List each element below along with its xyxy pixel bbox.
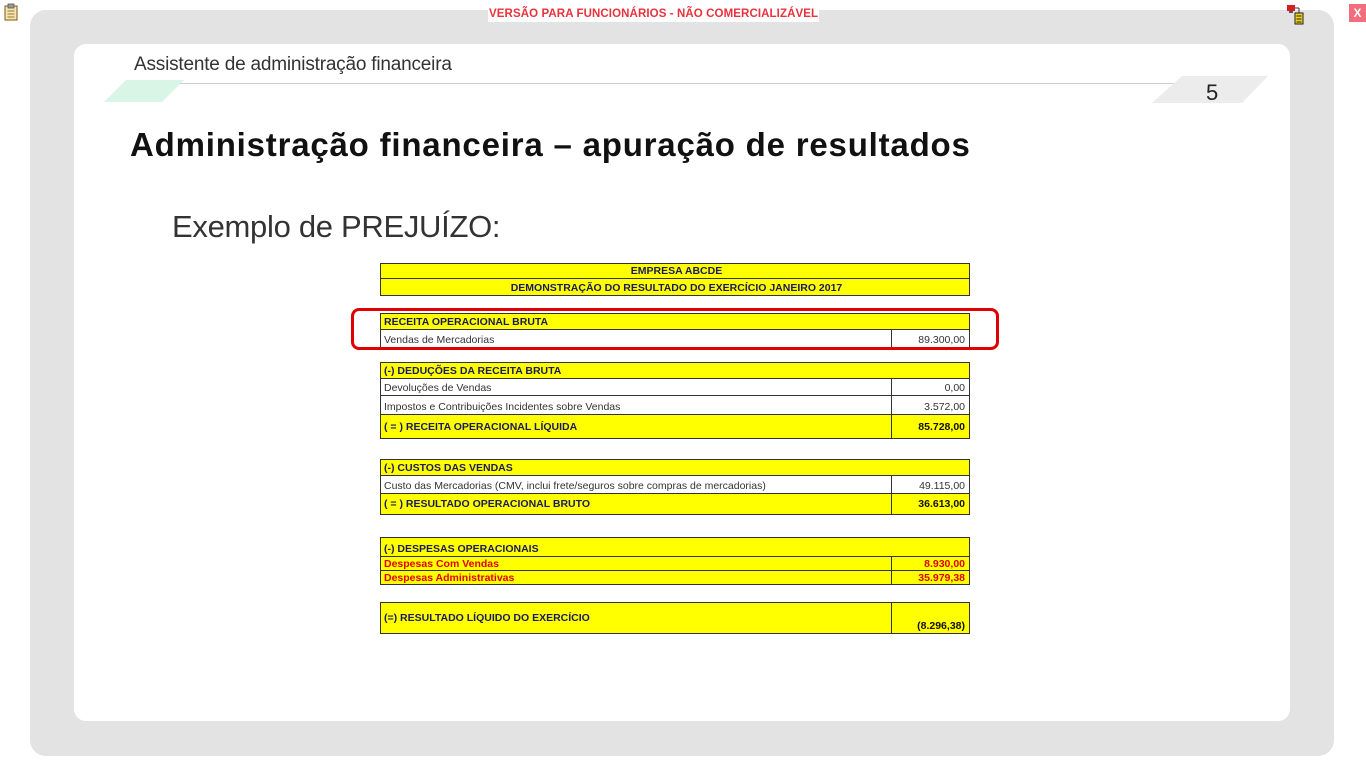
table-row: Devoluções de Vendas 0,00 <box>380 378 970 396</box>
table-row: (-) CUSTOS DAS VENDAS <box>380 459 970 476</box>
table-row: Impostos e Contribuições Incidentes sobr… <box>380 395 970 415</box>
row-label: Devoluções de Vendas <box>384 382 492 394</box>
company-name: EMPRESA ABCDE <box>630 265 723 277</box>
row-label: (-) DEDUÇÕES DA RECEITA BRUTA <box>384 365 562 377</box>
table-row: (=) RESULTADO LÍQUIDO DO EXERCÍCIO (8.29… <box>380 602 970 634</box>
row-value: 36.613,00 <box>891 494 969 514</box>
row-label: (-) DESPESAS OPERACIONAIS <box>384 543 539 555</box>
table-row: ( = ) RESULTADO OPERACIONAL BRUTO 36.613… <box>380 493 970 515</box>
row-label: (=) RESULTADO LÍQUIDO DO EXERCÍCIO <box>384 612 590 624</box>
network-status-icon[interactable] <box>1286 3 1304 25</box>
table-row: ( = ) RECEITA OPERACIONAL LÍQUIDA 85.728… <box>380 414 970 439</box>
row-value: 3.572,00 <box>891 396 969 414</box>
table-row: Custo das Mercadorias (CMV, inclui frete… <box>380 475 970 494</box>
row-value: 85.728,00 <box>891 415 969 438</box>
report-title-row: DEMONSTRAÇÃO DO RESULTADO DO EXERCÍCIO J… <box>380 278 970 296</box>
row-label: Custo das Mercadorias (CMV, inclui frete… <box>384 480 766 492</box>
row-value: 49.115,00 <box>891 476 969 493</box>
highlight-outline <box>351 308 999 350</box>
row-label: Despesas Com Vendas <box>384 558 499 570</box>
row-label: Despesas Administrativas <box>384 572 515 584</box>
table-row: (-) DESPESAS OPERACIONAIS <box>380 537 970 557</box>
slide-subtitle: Assistente de administração financeira <box>134 54 452 75</box>
row-value: 8.930,00 <box>891 557 969 570</box>
company-header: EMPRESA ABCDE <box>380 263 970 279</box>
example-heading: Exemplo de PREJUÍZO: <box>172 209 501 244</box>
row-value: 35.979,38 <box>891 571 969 584</box>
slide-title: Administração financeira – apuração de r… <box>130 126 971 163</box>
report-title: DEMONSTRAÇÃO DO RESULTADO DO EXERCÍCIO J… <box>510 282 843 294</box>
page-number: 5 <box>1206 80 1219 105</box>
row-label: (-) CUSTOS DAS VENDAS <box>384 462 513 474</box>
staff-version-banner: VERSÃO PARA FUNCIONÁRIOS - NÃO COMERCIAL… <box>488 6 820 22</box>
header-divider <box>180 83 1190 84</box>
table-row: Despesas Com Vendas 8.930,00 <box>380 556 970 571</box>
row-value: (8.296,38) <box>891 603 969 633</box>
row-value: 0,00 <box>891 379 969 395</box>
row-label: Impostos e Contribuições Incidentes sobr… <box>384 401 621 413</box>
table-row: (-) DEDUÇÕES DA RECEITA BRUTA <box>380 362 970 379</box>
table-row: Despesas Administrativas 35.979,38 <box>380 570 970 585</box>
clipboard-icon[interactable] <box>4 3 18 21</box>
decorative-green-stripe <box>104 80 184 102</box>
row-label: ( = ) RESULTADO OPERACIONAL BRUTO <box>384 498 591 510</box>
row-label: ( = ) RECEITA OPERACIONAL LÍQUIDA <box>384 420 578 433</box>
close-button[interactable]: X <box>1349 4 1366 22</box>
